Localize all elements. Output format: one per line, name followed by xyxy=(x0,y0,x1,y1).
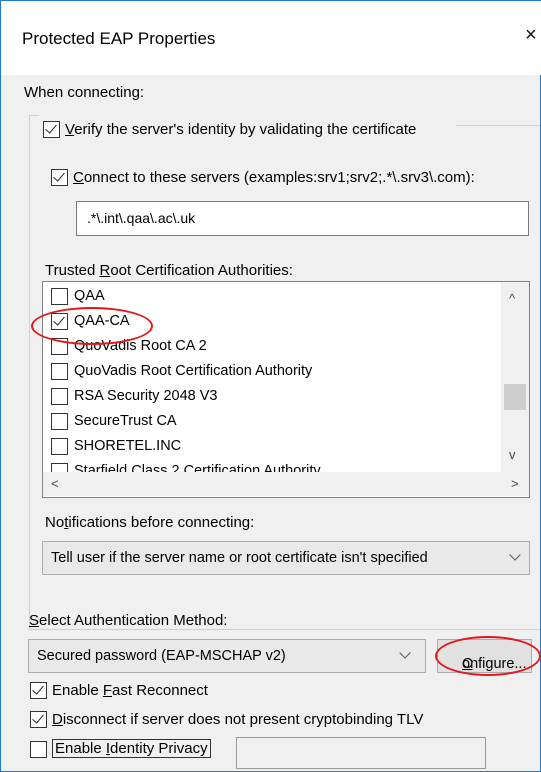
ca-label: SecureTrust CA xyxy=(74,413,177,429)
auth-method-label: Select Authentication Method: xyxy=(29,612,228,629)
auth-method-select-value: Secured password (EAP-MSCHAP v2) xyxy=(37,648,286,664)
ca-checkbox[interactable] xyxy=(51,413,68,430)
ca-checkbox[interactable] xyxy=(51,288,68,305)
group-border-bottom xyxy=(29,629,540,630)
ca-label: QuoVadis Root Certification Authority xyxy=(74,363,313,379)
ca-label: SHORETEL.INC xyxy=(74,438,182,454)
chevron-down-icon xyxy=(509,549,521,561)
ca-label: RSA Security 2048 V3 xyxy=(74,388,218,404)
ca-label: QuoVadis Root CA 2 xyxy=(74,338,207,354)
title-bar: Protected EAP Properties × xyxy=(1,1,541,75)
ca-label: QAA-CA xyxy=(74,313,130,329)
servers-input[interactable]: .*\.int\.qaa\.ac\.uk xyxy=(76,201,529,236)
configure-button[interactable]: Configure... xyxy=(437,639,532,673)
servers-input-value: .*\.int\.qaa\.ac\.uk xyxy=(87,210,196,226)
scroll-left-icon[interactable]: < xyxy=(51,476,59,491)
scroll-up-icon[interactable]: ^ xyxy=(509,291,515,306)
peap-properties-dialog: Protected EAP Properties × When connecti… xyxy=(0,0,541,772)
ca-label: QAA xyxy=(74,288,105,304)
notifications-select[interactable]: Tell user if the server name or root cer… xyxy=(42,541,530,575)
scroll-down-icon[interactable]: v xyxy=(509,447,516,462)
ca-checkbox[interactable] xyxy=(51,313,68,330)
notifications-select-value: Tell user if the server name or root cer… xyxy=(51,550,428,566)
group-border-top-right xyxy=(456,125,540,126)
connect-servers-checkbox[interactable] xyxy=(51,169,68,186)
verify-certificate-label[interactable]: Verify the server's identity by validati… xyxy=(65,121,416,138)
scroll-right-icon[interactable]: > xyxy=(511,476,519,491)
ca-checkbox[interactable] xyxy=(51,388,68,405)
disconnect-tlv-checkbox[interactable] xyxy=(30,711,47,728)
ca-checkbox[interactable] xyxy=(51,438,68,455)
identity-privacy-label[interactable]: Enable Identity Privacy xyxy=(52,739,211,758)
auth-method-select[interactable]: Secured password (EAP-MSCHAP v2) xyxy=(28,639,426,673)
fast-reconnect-checkbox[interactable] xyxy=(30,682,47,699)
chevron-down-icon xyxy=(399,647,411,659)
window-title: Protected EAP Properties xyxy=(22,29,216,48)
fast-reconnect-label[interactable]: Enable Fast Reconnect xyxy=(52,682,208,699)
group-border-left xyxy=(29,115,30,630)
connect-servers-label[interactable]: Connect to these servers (examples:srv1;… xyxy=(73,169,475,186)
ca-checkbox[interactable] xyxy=(51,338,68,355)
vertical-scroll-thumb[interactable] xyxy=(504,384,526,410)
when-connecting-label: When connecting: xyxy=(24,84,145,101)
identity-privacy-checkbox[interactable] xyxy=(30,741,47,758)
trusted-root-label: Trusted Root Certification Authorities: xyxy=(45,262,293,279)
close-icon[interactable]: × xyxy=(525,25,537,45)
group-border-top-left xyxy=(29,115,39,116)
notifications-label: Notifications before connecting: xyxy=(45,514,255,531)
vertical-scrollbar[interactable] xyxy=(501,282,529,472)
identity-privacy-input xyxy=(236,737,486,769)
disconnect-tlv-label[interactable]: Disconnect if server does not present cr… xyxy=(52,711,423,728)
horizontal-scrollbar[interactable] xyxy=(43,472,529,496)
trusted-ca-list[interactable]: QAA QAA-CA QuoVadis Root CA 2 QuoVadis R… xyxy=(42,281,530,498)
ca-checkbox[interactable] xyxy=(51,363,68,380)
verify-certificate-checkbox[interactable] xyxy=(43,121,60,138)
